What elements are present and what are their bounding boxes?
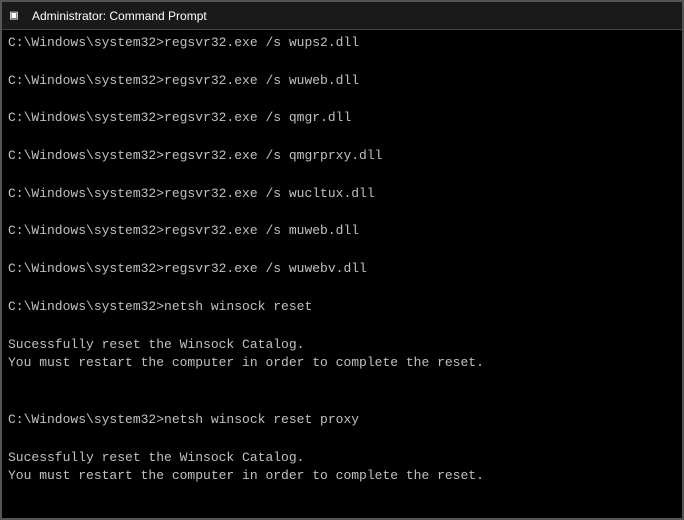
- terminal-line: Sucessfully reset the Winsock Catalog.: [8, 449, 676, 468]
- title-bar-text: Administrator: Command Prompt: [32, 9, 674, 23]
- title-bar: ▣ Administrator: Command Prompt: [2, 2, 682, 30]
- terminal-line: C:\Windows\system32>netsh winsock reset: [8, 298, 676, 317]
- cmd-icon: ▣: [10, 8, 26, 24]
- terminal-line: C:\Windows\system32>regsvr32.exe /s wuwe…: [8, 72, 676, 91]
- command-prompt-window: ▣ Administrator: Command Prompt C:\Windo…: [0, 0, 684, 520]
- terminal-body[interactable]: C:\Windows\system32>regsvr32.exe /s wups…: [2, 30, 682, 518]
- terminal-line: You must restart the computer in order t…: [8, 467, 676, 486]
- terminal-line: Sucessfully reset the Winsock Catalog.: [8, 336, 676, 355]
- terminal-line: You must restart the computer in order t…: [8, 354, 676, 373]
- terminal-line: C:\Windows\system32>netsh winsock reset …: [8, 411, 676, 430]
- terminal-line: C:\Windows\system32>regsvr32.exe /s muwe…: [8, 222, 676, 241]
- terminal-line: C:\Windows\system32>regsvr32.exe /s wups…: [8, 34, 676, 53]
- terminal-line: C:\Windows\system32>regsvr32.exe /s qmgr…: [8, 147, 676, 166]
- terminal-line: C:\Windows\system32>regsvr32.exe /s qmgr…: [8, 109, 676, 128]
- terminal-line: C:\Windows\system32>regsvr32.exe /s wuwe…: [8, 260, 676, 279]
- terminal-line: C:\Windows\system32>regsvr32.exe /s wucl…: [8, 185, 676, 204]
